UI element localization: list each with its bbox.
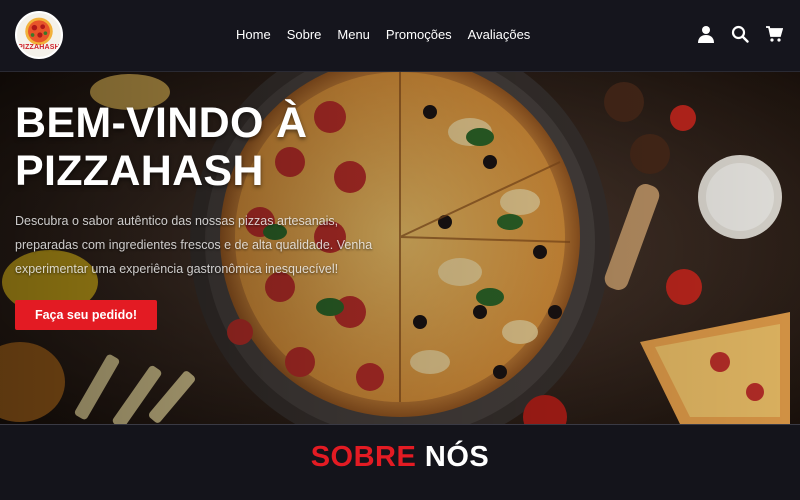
nav-sobre[interactable]: Sobre (287, 26, 322, 44)
about-section: SOBRE NÓS (0, 424, 800, 500)
cart-icon[interactable] (765, 25, 783, 43)
nav-home[interactable]: Home (236, 26, 271, 44)
nav-avaliacoes[interactable]: Avaliações (468, 26, 531, 44)
user-icon[interactable] (697, 25, 715, 43)
order-button[interactable]: Faça seu pedido! (15, 300, 157, 330)
search-icon[interactable] (731, 25, 749, 43)
main-nav: Home Sobre Menu Promoções Avaliações (236, 26, 530, 44)
hero-description: Descubra o sabor autêntico das nossas pi… (15, 214, 373, 276)
brand-logo[interactable]: PIZZAHASH (15, 11, 63, 59)
hero-title: BEM-VINDO À PIZZAHASH (15, 99, 308, 195)
logo-text: PIZZAHASH (18, 44, 60, 51)
about-heading: SOBRE NÓS (0, 441, 800, 474)
nav-menu[interactable]: Menu (337, 26, 370, 44)
about-heading-red: SOBRE (310, 441, 417, 473)
about-heading-white: NÓS (424, 441, 490, 473)
site-header: PIZZAHASH Home Sobre Menu Promoções Aval… (0, 0, 800, 72)
nav-promocoes[interactable]: Promoções (386, 26, 452, 44)
hero-section: BEM-VINDO À PIZZAHASH Descubra o sabor a… (0, 72, 800, 424)
header-actions (697, 25, 783, 43)
